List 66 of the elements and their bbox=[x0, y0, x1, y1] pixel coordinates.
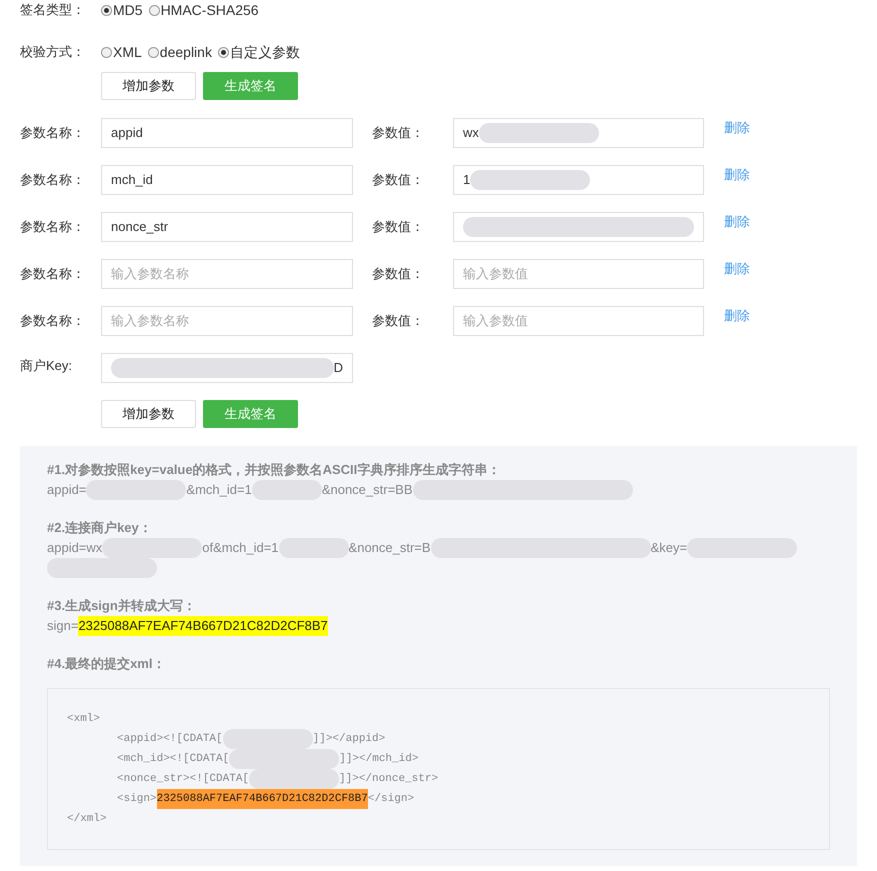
field-label: 参数值： bbox=[371, 312, 425, 330]
placeholder: 输入参数名称 bbox=[111, 265, 189, 284]
radio-option[interactable]: XML bbox=[101, 42, 142, 62]
text-fragment: &nonce_str=B bbox=[348, 539, 431, 557]
input-field[interactable]: appid bbox=[101, 118, 353, 148]
field-value: 1 bbox=[463, 171, 470, 190]
radio-option[interactable]: deeplink bbox=[148, 42, 212, 62]
sign-value: 2325088AF7EAF74B667D21C82D2CF8B7 bbox=[156, 789, 368, 809]
text-fragment: <xml> bbox=[67, 712, 100, 727]
text-fragment: </xml> bbox=[67, 812, 107, 827]
text-fragment: </sign> bbox=[368, 792, 414, 807]
field-label: 参数名称： bbox=[19, 124, 86, 142]
text-fragment: &key= bbox=[650, 539, 688, 557]
text-fragment: ]]></nonce_str> bbox=[339, 772, 438, 787]
text-fragment: appid= bbox=[47, 481, 86, 499]
field-label: 参数值： bbox=[371, 171, 425, 189]
radio-option[interactable]: MD5 bbox=[101, 0, 143, 20]
text-fragment: <sign> bbox=[117, 792, 157, 807]
radio-button[interactable] bbox=[101, 4, 112, 16]
input-field[interactable]: nonce_str bbox=[101, 212, 353, 242]
text-fragment: ]]></mch_id> bbox=[339, 752, 418, 767]
input-field[interactable]: 1 bbox=[453, 165, 704, 195]
text-fragment: appid=wx bbox=[47, 539, 102, 557]
text-fragment: &nonce_str=BB bbox=[322, 481, 413, 499]
field-label: 签名类型： bbox=[19, 1, 86, 20]
input-field[interactable]: wx bbox=[453, 118, 704, 148]
step-title: #2.连接商户key： bbox=[47, 519, 153, 537]
text-fragment: ]]></appid> bbox=[312, 732, 386, 747]
radio-option[interactable]: 自定义参数 bbox=[218, 42, 300, 62]
field-value: D bbox=[334, 359, 343, 378]
input-field[interactable]: mch_id bbox=[101, 165, 353, 195]
field-value: nonce_str bbox=[111, 218, 168, 236]
field-label: 参数值： bbox=[371, 265, 425, 283]
field-value: appid bbox=[111, 124, 143, 142]
step-title: #1.对参数按照key=value的格式，并按照参数名ASCII字典序排序生成字符串： bbox=[47, 461, 502, 479]
radio-button[interactable] bbox=[148, 4, 160, 16]
placeholder: 输入参数值 bbox=[463, 312, 528, 330]
radio-option[interactable]: HMAC-SHA256 bbox=[148, 0, 259, 20]
field-label: 参数名称： bbox=[19, 218, 86, 236]
field-label: 商户Key: bbox=[19, 357, 74, 375]
add-param-button[interactable]: 增加参数 bbox=[101, 72, 196, 100]
field-label: 参数名称： bbox=[19, 265, 86, 283]
radio-button[interactable] bbox=[148, 46, 159, 58]
text-fragment: <nonce_str><![CDATA[ bbox=[117, 772, 250, 787]
field-label: 参数名称： bbox=[19, 312, 86, 330]
input-field[interactable] bbox=[453, 212, 704, 242]
field-label: 参数名称： bbox=[19, 171, 86, 189]
radio-button[interactable] bbox=[101, 46, 112, 58]
text-fragment: &mch_id=1 bbox=[186, 481, 252, 499]
placeholder: 输入参数名称 bbox=[111, 312, 189, 330]
input-field[interactable]: D bbox=[101, 353, 353, 383]
text-fragment: <appid><![CDATA[ bbox=[117, 732, 223, 747]
field-value: mch_id bbox=[111, 171, 153, 190]
field-label: 校验方式： bbox=[19, 43, 86, 62]
sign-value: 2325088AF7EAF74B667D21C82D2CF8B7 bbox=[78, 616, 328, 636]
step-title: #4.最终的提交xml： bbox=[47, 655, 166, 673]
text-fragment: <mch_id><![CDATA[ bbox=[117, 752, 230, 767]
field-label: 参数值： bbox=[371, 218, 425, 236]
add-param-button[interactable]: 增加参数 bbox=[101, 400, 196, 428]
radio-button[interactable] bbox=[218, 46, 229, 58]
text-fragment: sign= bbox=[47, 617, 78, 635]
field-value: wx bbox=[463, 124, 479, 142]
placeholder: 输入参数值 bbox=[463, 265, 528, 284]
field-label: 参数值： bbox=[371, 124, 425, 142]
step-title: #3.生成sign并转成大写： bbox=[47, 597, 197, 615]
text-fragment: of&mch_id=1 bbox=[202, 539, 279, 557]
